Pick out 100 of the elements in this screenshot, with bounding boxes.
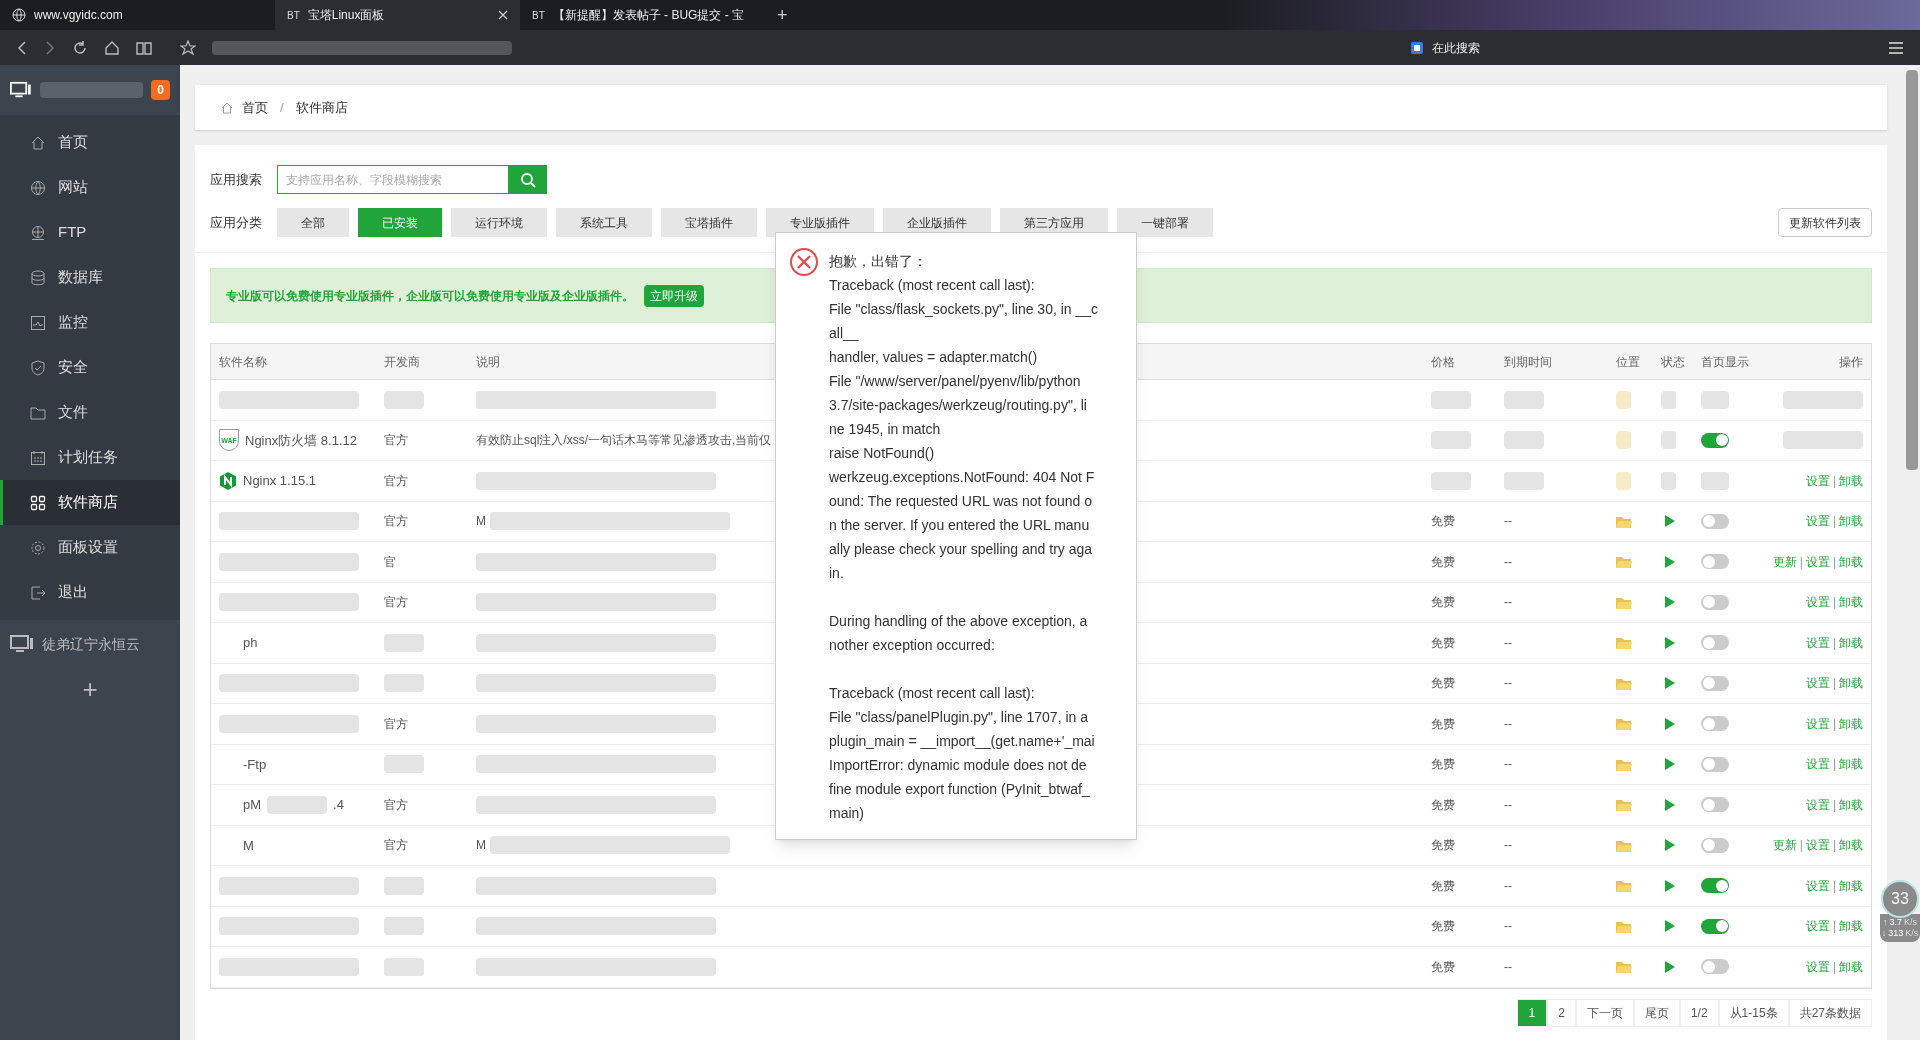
category-tab[interactable]: 一键部署: [1117, 208, 1213, 237]
page-button[interactable]: 从1-15条: [1718, 998, 1789, 1027]
field-label: 应用搜索: [210, 170, 262, 189]
folder-icon[interactable]: [1616, 838, 1632, 852]
new-tab-button[interactable]: +: [765, 1, 800, 29]
sidebar-item[interactable]: 文件: [0, 390, 180, 435]
add-server-button[interactable]: +: [82, 676, 98, 702]
action-link[interactable]: 设置: [1805, 714, 1830, 733]
action-link[interactable]: 卸载: [1839, 471, 1863, 490]
play-icon: [1665, 596, 1675, 609]
page-button[interactable]: 2: [1547, 998, 1576, 1027]
redacted-block: [384, 633, 424, 652]
toggle-switch[interactable]: [1701, 513, 1729, 529]
folder-icon[interactable]: [1616, 879, 1632, 893]
toggle-switch[interactable]: [1701, 716, 1729, 732]
redacted-block: [384, 957, 424, 976]
action-separator: |: [1832, 553, 1836, 571]
page-button[interactable]: 尾页: [1633, 998, 1680, 1027]
toggle-switch[interactable]: [1701, 918, 1729, 934]
action-link[interactable]: 卸载: [1839, 836, 1863, 855]
search-button[interactable]: [509, 165, 547, 194]
sidebar-item[interactable]: 退出: [0, 570, 180, 615]
category-tab[interactable]: 宝塔插件: [661, 208, 757, 237]
page-button[interactable]: 1/2: [1679, 998, 1719, 1027]
sidebar-item[interactable]: 首页: [0, 120, 180, 165]
action-link[interactable]: 卸载: [1839, 674, 1863, 693]
sidebar-item[interactable]: 监控: [0, 300, 180, 345]
sidebar-item[interactable]: FTP: [0, 210, 180, 255]
folder-icon[interactable]: [1616, 717, 1632, 731]
sidebar-item[interactable]: 安全: [0, 345, 180, 390]
action-link[interactable]: 卸载: [1839, 512, 1863, 531]
category-tab[interactable]: 系统工具: [556, 208, 652, 237]
toggle-switch[interactable]: [1701, 432, 1729, 448]
table-cell-text: 官方: [384, 432, 408, 450]
page-button[interactable]: 下一页: [1575, 998, 1634, 1027]
scrollbar-thumb[interactable]: [1906, 70, 1918, 470]
star-icon: [180, 39, 196, 56]
sidebar-item[interactable]: 软件商店: [0, 480, 180, 525]
page-button[interactable]: 1: [1516, 998, 1548, 1027]
browser-search-field[interactable]: 在此搜索: [1432, 38, 1542, 57]
toggle-switch[interactable]: [1701, 837, 1729, 853]
action-link[interactable]: 卸载: [1839, 593, 1863, 612]
category-tab[interactable]: 运行环境: [451, 208, 547, 237]
folder-icon[interactable]: [1616, 676, 1632, 690]
toggle-switch[interactable]: [1701, 878, 1729, 894]
browser-tab[interactable]: BT 宝塔Linux面板: [275, 0, 520, 30]
folder-icon[interactable]: [1616, 919, 1632, 933]
action-link[interactable]: 设置: [1805, 593, 1830, 612]
toggle-switch[interactable]: [1701, 959, 1729, 975]
category-tab[interactable]: 已安装: [358, 208, 442, 237]
toggle-switch[interactable]: [1701, 554, 1729, 570]
folder-icon[interactable]: [1616, 555, 1632, 569]
refresh-list-button[interactable]: 更新软件列表: [1778, 208, 1872, 237]
toggle-switch[interactable]: [1701, 675, 1729, 691]
action-link[interactable]: 设置: [1805, 755, 1830, 774]
folder-icon[interactable]: [1616, 798, 1632, 812]
action-link[interactable]: 卸载: [1839, 552, 1863, 571]
action-link[interactable]: 卸载: [1839, 795, 1863, 814]
sidebar-item[interactable]: 网站: [0, 165, 180, 210]
action-link[interactable]: 卸载: [1839, 917, 1863, 936]
action-link[interactable]: 设置: [1805, 917, 1830, 936]
action-link[interactable]: 更新: [1772, 552, 1797, 571]
action-link[interactable]: 卸载: [1839, 876, 1863, 895]
action-link[interactable]: 设置: [1805, 512, 1830, 531]
action-link[interactable]: 设置: [1805, 795, 1830, 814]
action-link[interactable]: 卸载: [1839, 755, 1863, 774]
action-link[interactable]: 设置: [1805, 552, 1830, 571]
action-link[interactable]: 设置: [1805, 876, 1830, 895]
software-name: ph: [243, 634, 258, 652]
folder-icon[interactable]: [1616, 960, 1632, 974]
action-link[interactable]: 设置: [1805, 957, 1830, 976]
action-link[interactable]: 设置: [1805, 633, 1830, 652]
toggle-switch[interactable]: [1701, 756, 1729, 772]
forward-icon: [44, 40, 56, 55]
sidebar-item[interactable]: 计划任务: [0, 435, 180, 480]
folder-icon[interactable]: [1616, 757, 1632, 771]
action-link[interactable]: 更新: [1772, 836, 1797, 855]
breadcrumb-link[interactable]: 首页: [242, 97, 268, 118]
folder-icon[interactable]: [1616, 514, 1632, 528]
field-label: 应用分类: [210, 213, 262, 232]
table-cell-text: --: [1504, 958, 1512, 976]
category-tab[interactable]: 全部: [277, 208, 349, 237]
toggle-switch[interactable]: [1701, 797, 1729, 813]
action-link[interactable]: 设置: [1805, 471, 1830, 490]
folder-icon[interactable]: [1616, 636, 1632, 650]
action-link[interactable]: 设置: [1805, 674, 1830, 693]
folder-icon[interactable]: [1616, 595, 1632, 609]
toggle-switch[interactable]: [1701, 635, 1729, 651]
play-icon: [1665, 717, 1675, 730]
search-field[interactable]: 支持应用名称、字段模糊搜索: [277, 165, 509, 194]
action-link[interactable]: 设置: [1805, 836, 1830, 855]
table-cell-text: --: [1504, 715, 1512, 733]
sidebar-item[interactable]: 面板设置: [0, 525, 180, 570]
toggle-switch[interactable]: [1701, 594, 1729, 610]
sidebar-item[interactable]: 数据库: [0, 255, 180, 300]
action-link[interactable]: 卸载: [1839, 633, 1863, 652]
action-link[interactable]: 卸载: [1839, 714, 1863, 733]
page-button[interactable]: 共27条数据: [1788, 998, 1872, 1027]
action-link[interactable]: 卸载: [1839, 957, 1863, 976]
upgrade-button[interactable]: 立即升级: [644, 284, 704, 307]
